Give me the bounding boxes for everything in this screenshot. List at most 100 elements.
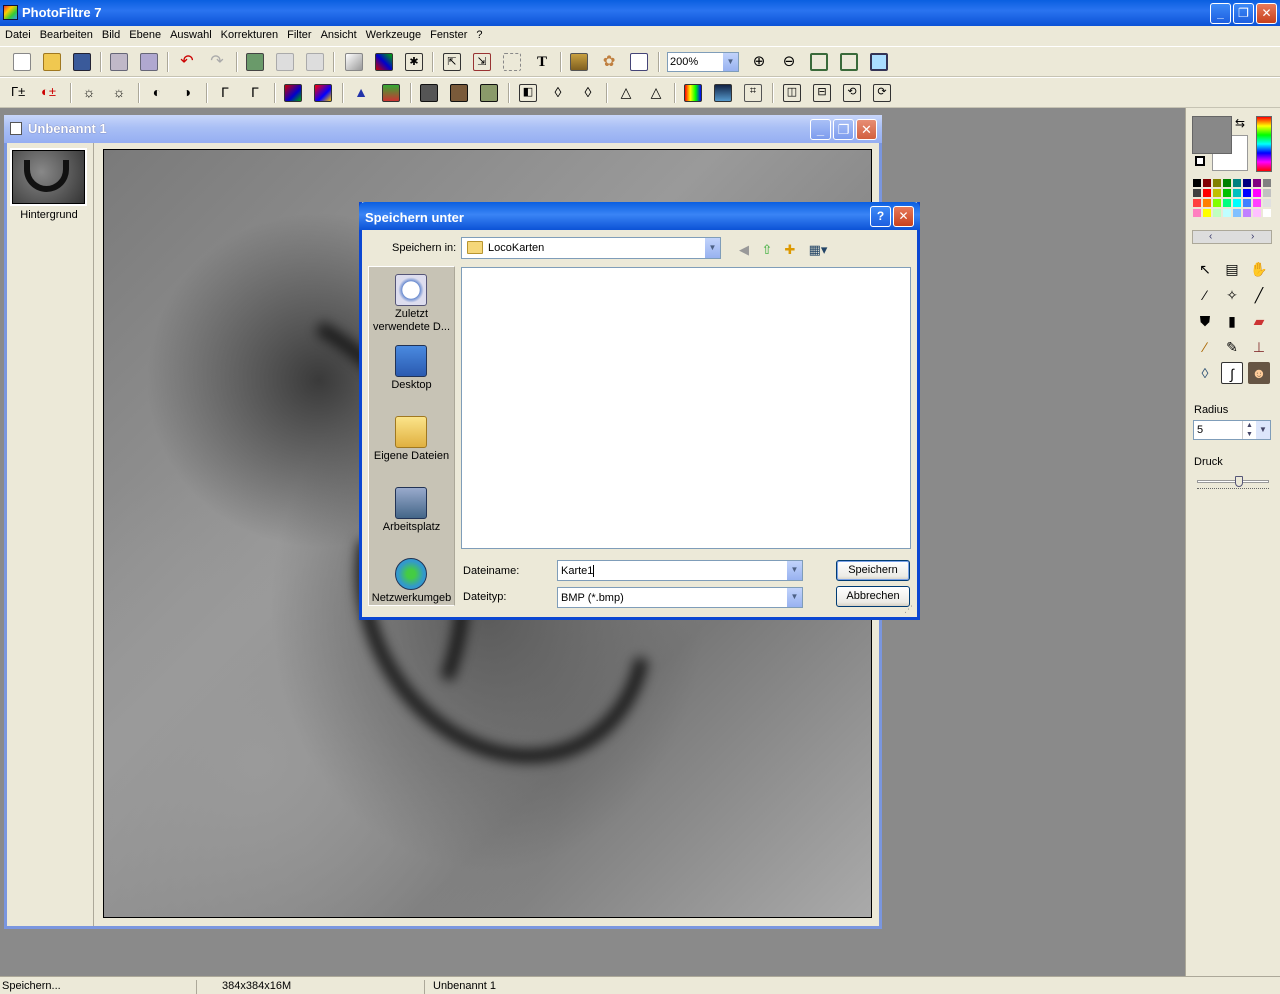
radius-dropdown-icon[interactable]: ▼ bbox=[1256, 421, 1270, 439]
palette-swatch[interactable] bbox=[1202, 198, 1212, 208]
actual-size-icon[interactable] bbox=[840, 53, 858, 71]
paste-icon[interactable] bbox=[276, 53, 294, 71]
gamma-down-icon[interactable]: Γ bbox=[216, 84, 234, 102]
menu-korrekturen[interactable]: Korrekturen bbox=[216, 26, 282, 41]
blur-icon[interactable]: ◊ bbox=[549, 84, 567, 102]
contrast-up-icon[interactable]: ◑ bbox=[178, 84, 196, 102]
spray-tool-icon[interactable]: ▮ bbox=[1221, 310, 1243, 332]
palette-swatch[interactable] bbox=[1202, 178, 1212, 188]
eyedropper-tool-icon[interactable]: ⁄ bbox=[1194, 284, 1216, 306]
image-size-icon[interactable]: ⇱ bbox=[443, 53, 461, 71]
menu-bearbeiten[interactable]: Bearbeiten bbox=[35, 26, 97, 41]
accent-icon[interactable]: △ bbox=[647, 84, 665, 102]
place-my-documents[interactable]: Eigene Dateien bbox=[368, 450, 455, 463]
smudge-tool-icon[interactable]: ∫ bbox=[1221, 362, 1243, 384]
palette-swatch[interactable] bbox=[1262, 178, 1272, 188]
palette-swatch[interactable] bbox=[1232, 188, 1242, 198]
doc-minimize-button[interactable]: _ bbox=[810, 119, 831, 140]
palette-swatch[interactable] bbox=[1202, 208, 1212, 218]
druck-slider[interactable] bbox=[1197, 476, 1269, 492]
menu-ebene[interactable]: Ebene bbox=[124, 26, 165, 41]
blur-tool-icon[interactable]: ◊ bbox=[1194, 362, 1216, 384]
advanced-brush-tool-icon[interactable]: ✎ bbox=[1221, 336, 1243, 358]
undo-icon[interactable]: ↶ bbox=[178, 53, 196, 71]
palette-swatch[interactable] bbox=[1242, 178, 1252, 188]
minimize-button[interactable]: _ bbox=[1210, 3, 1231, 24]
help-button[interactable]: ? bbox=[870, 206, 891, 227]
clone-tool-icon[interactable]: ☻ bbox=[1248, 362, 1270, 384]
palette-swatch[interactable] bbox=[1262, 208, 1272, 218]
palette-next-icon[interactable]: › bbox=[1251, 231, 1254, 242]
saturation-up-icon[interactable] bbox=[314, 84, 332, 102]
gradient-icon[interactable] bbox=[345, 53, 363, 71]
place-network[interactable]: Netzwerkumgeb bbox=[368, 592, 455, 605]
palette-swatch[interactable] bbox=[1212, 178, 1222, 188]
auto-levels-icon[interactable]: Γ± bbox=[11, 84, 29, 102]
zoom-in-icon[interactable]: ⊕ bbox=[750, 53, 768, 71]
gamma-up-icon[interactable]: Γ bbox=[246, 84, 264, 102]
swap-colors-icon[interactable]: ⇆ bbox=[1235, 116, 1245, 130]
hand-tool-icon[interactable]: ✋ bbox=[1248, 258, 1270, 280]
file-list[interactable] bbox=[461, 267, 911, 549]
close-button[interactable]: ✕ bbox=[1256, 3, 1277, 24]
flip-horizontal-icon[interactable]: ◫ bbox=[783, 84, 801, 102]
chevron-down-icon[interactable]: ▼ bbox=[786, 561, 802, 580]
radius-spinner[interactable]: ▲ ▼ bbox=[1242, 421, 1256, 439]
color-balance-icon[interactable] bbox=[382, 84, 400, 102]
menu-help[interactable]: ? bbox=[471, 26, 486, 41]
palette-swatch[interactable] bbox=[1242, 188, 1252, 198]
palette-swatch[interactable] bbox=[1192, 178, 1202, 188]
selection-tool-icon[interactable]: ▤ bbox=[1221, 258, 1243, 280]
menu-auswahl[interactable]: Auswahl bbox=[165, 26, 216, 41]
grayscale-icon[interactable] bbox=[420, 84, 438, 102]
scan-icon[interactable] bbox=[140, 53, 158, 71]
place-recent[interactable]: Zuletzt verwendete D... bbox=[368, 308, 455, 334]
invert-icon[interactable]: ◧ bbox=[519, 84, 537, 102]
print-icon[interactable] bbox=[110, 53, 128, 71]
flip-vertical-icon[interactable]: ⊟ bbox=[813, 84, 831, 102]
posterize-icon[interactable] bbox=[480, 84, 498, 102]
palette-swatch[interactable] bbox=[1232, 208, 1242, 218]
palette-swatch[interactable] bbox=[1242, 198, 1252, 208]
transparency-icon[interactable]: ⌗ bbox=[744, 84, 762, 102]
palette-swatch[interactable] bbox=[1222, 208, 1232, 218]
palette-swatch[interactable] bbox=[1212, 198, 1222, 208]
up-folder-icon[interactable]: ⇧ bbox=[758, 242, 776, 258]
brightness-up-icon[interactable]: ☼ bbox=[110, 84, 128, 102]
fit-window-icon[interactable] bbox=[810, 53, 828, 71]
figure-icon[interactable]: ✱ bbox=[405, 53, 423, 71]
new-file-icon[interactable] bbox=[13, 53, 31, 71]
pointer-tool-icon[interactable]: ↖ bbox=[1194, 258, 1216, 280]
palette-swatch[interactable] bbox=[1222, 178, 1232, 188]
plugin-icon[interactable]: ✿ bbox=[600, 53, 618, 71]
maximize-button[interactable]: ❐ bbox=[1233, 3, 1254, 24]
copy-image-icon[interactable] bbox=[246, 53, 264, 71]
palette-swatch[interactable] bbox=[1212, 208, 1222, 218]
palette-swatch[interactable] bbox=[1232, 198, 1242, 208]
brush-tool-icon[interactable]: ∕ bbox=[1194, 336, 1216, 358]
crop-icon[interactable] bbox=[503, 53, 521, 71]
save-button[interactable]: Speichern bbox=[836, 560, 910, 581]
soften-icon[interactable]: △ bbox=[617, 84, 635, 102]
zoom-select[interactable]: 200% ▼ bbox=[667, 52, 739, 72]
dialog-close-button[interactable]: ✕ bbox=[893, 206, 914, 227]
rotate-left-icon[interactable]: ⟲ bbox=[843, 84, 861, 102]
palette-swatch[interactable] bbox=[1252, 178, 1262, 188]
stamp-tool-icon[interactable]: ⊥ bbox=[1248, 336, 1270, 358]
palette-swatch[interactable] bbox=[1262, 198, 1272, 208]
save-in-select[interactable]: LocoKarten ▼ bbox=[461, 237, 721, 259]
menu-datei[interactable]: Datei bbox=[0, 26, 35, 41]
palette-swatch[interactable] bbox=[1222, 198, 1232, 208]
filetype-select[interactable]: BMP (*.bmp) ▼ bbox=[557, 587, 803, 608]
window-icon[interactable] bbox=[630, 53, 648, 71]
fullscreen-icon[interactable] bbox=[870, 53, 888, 71]
zoom-out-icon[interactable]: ⊖ bbox=[780, 53, 798, 71]
text-tool-icon[interactable]: T bbox=[533, 53, 551, 71]
redo-icon[interactable]: ↷ bbox=[208, 53, 226, 71]
open-folder-icon[interactable] bbox=[43, 53, 61, 71]
filename-input[interactable]: Karte1 ▼ bbox=[557, 560, 803, 581]
hue-icon[interactable] bbox=[684, 84, 702, 102]
replace-color-icon[interactable] bbox=[714, 84, 732, 102]
radius-input[interactable]: 5 ▲ ▼ ▼ bbox=[1193, 420, 1271, 440]
palette-swatch[interactable] bbox=[1252, 208, 1262, 218]
